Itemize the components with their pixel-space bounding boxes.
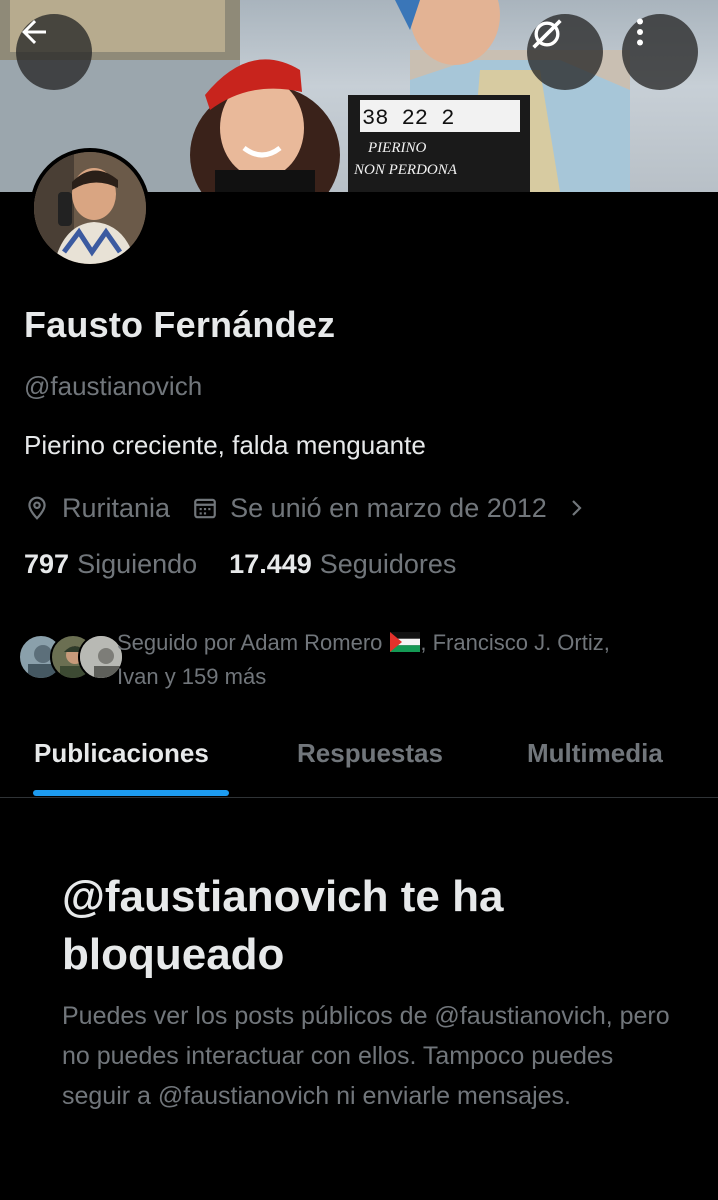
calendar-icon: [194, 498, 216, 519]
profile-meta[interactable]: Ruritania Se unió en marzo de 2012: [24, 488, 599, 528]
followed-by-section[interactable]: Seguido por Adam Romero , Francisco J. O…: [18, 626, 708, 696]
joined-text: Se unió en marzo de 2012: [230, 492, 547, 523]
arrow-left-icon: [22, 20, 46, 44]
following-link[interactable]: 797 Siguiendo: [24, 549, 197, 580]
avatar-image: [34, 152, 146, 264]
eye-slash-icon: [532, 19, 562, 49]
palestine-flag-icon: [390, 632, 421, 653]
following-label: Siguiendo: [77, 549, 198, 579]
location-pin-icon: [28, 496, 46, 520]
profile-name: Fausto Fernández: [24, 304, 336, 345]
location-text: Ruritania: [62, 492, 171, 523]
mute-toggle-button[interactable]: [527, 14, 603, 90]
clapper-title-1: PIERINO: [367, 140, 426, 156]
tab-multimedia[interactable]: Multimedia: [527, 738, 663, 769]
joined-item[interactable]: Se unió en marzo de 2012: [192, 493, 599, 524]
profile-tabs: Publicaciones Respuestas Multimedia: [0, 718, 718, 798]
clapper-title-2: NON PERDONA: [353, 162, 458, 178]
profile-handle: @faustianovich: [24, 371, 203, 401]
more-options-button[interactable]: [622, 14, 698, 90]
following-count: 797: [24, 549, 70, 579]
blocked-title: @faustianovich te ha bloqueado: [62, 872, 504, 979]
location-item: Ruritania: [24, 493, 170, 524]
tab-respuestas[interactable]: Respuestas: [297, 738, 443, 769]
blocked-description: Puedes ver los posts públicos de @fausti…: [62, 1002, 670, 1110]
followers-label: Seguidores: [319, 549, 457, 579]
followed-by-suffix: , Francisco J. Ortiz,: [420, 630, 610, 655]
followed-by-line2: Ivan y 159 más: [117, 664, 267, 689]
blocked-notice: @faustianovich te ha bloqueado Puedes ve…: [62, 868, 672, 1116]
followed-by-prefix: Seguido por Adam Romero: [117, 630, 383, 655]
followers-link[interactable]: 17.449 Seguidores: [229, 549, 456, 580]
chevron-right-icon: [572, 500, 582, 516]
back-button[interactable]: [16, 14, 92, 90]
followers-count: 17.449: [229, 549, 312, 579]
clapper-numbers: 38 22 2: [362, 106, 454, 131]
followed-by-text: Seguido por Adam Romero , Francisco J. O…: [117, 626, 707, 694]
profile-stats: 797 Siguiendo 17.449 Seguidores: [24, 549, 456, 580]
more-vertical-icon: [637, 18, 643, 46]
tab-publicaciones[interactable]: Publicaciones: [34, 738, 209, 769]
active-tab-indicator: [33, 790, 229, 796]
profile-bio: Pierino creciente, falda menguante: [24, 430, 426, 460]
profile-avatar[interactable]: [30, 148, 150, 268]
